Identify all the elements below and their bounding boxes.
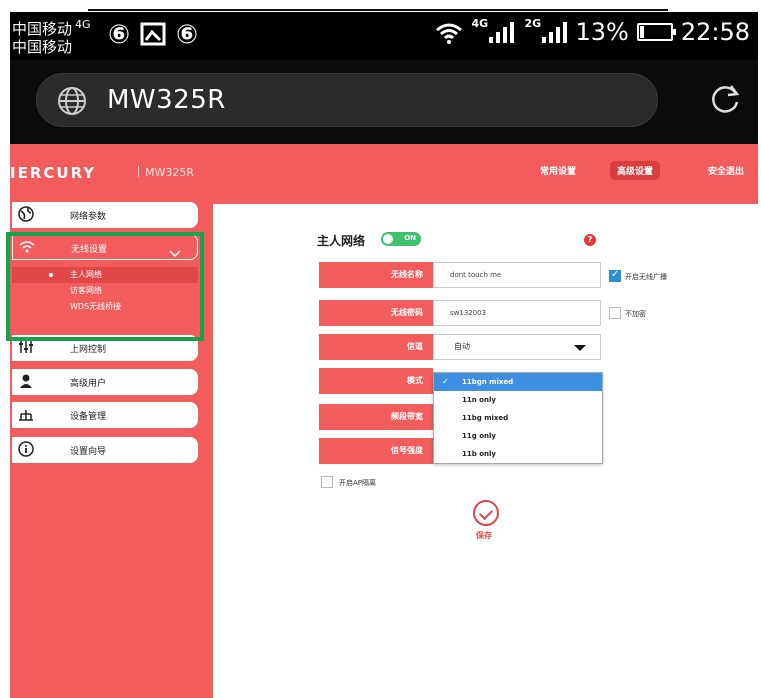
nav-common-settings[interactable]: 常用设置 (540, 164, 576, 177)
router-header: IERCURY MW325R 常用设置 高级设置 安全退出 (10, 144, 758, 204)
help-icon[interactable]: ? (584, 234, 596, 246)
bandwidth-label: 频段带宽 (319, 404, 433, 430)
sidebar-item-label: 上网控制 (70, 345, 107, 355)
carrier-1-tag: 4G (75, 18, 91, 31)
mode-option[interactable]: 11bg mixed (434, 409, 602, 427)
sidebar-item-device-mgmt[interactable]: 设备管理 (12, 402, 198, 428)
gallery-icon (140, 22, 166, 51)
signal-strength-label: 信号强度 (319, 438, 433, 464)
no-encrypt-checkbox[interactable] (609, 307, 621, 319)
reload-icon[interactable] (708, 82, 742, 120)
info-icon (18, 441, 34, 457)
brand-logo: IERCURY (10, 164, 97, 182)
globe-icon (18, 206, 34, 222)
status-bar: 中国移动 4G 中国移动 ⑥ ⑥ 4G 2G 13% 22:58 (10, 12, 758, 60)
page-title: 主人网络 (317, 234, 366, 248)
battery-percent: 13% (575, 18, 629, 46)
mode-dropdown[interactable]: 11bgn mixed 11n only 11bg mixed 11g only… (433, 372, 603, 464)
save-button[interactable] (473, 500, 499, 526)
mode-option[interactable]: 11b only (434, 445, 602, 463)
main-content: 主人网络 ON ? 无线名称 dont touch me 开启无线广播 无线密码… (213, 204, 758, 698)
sidebar-item-advanced-users[interactable]: 高级用户 (12, 369, 198, 395)
sidebar-item-label: 设备管理 (70, 412, 107, 422)
screenshot-frame: 中国移动 4G 中国移动 ⑥ ⑥ 4G 2G 13% 22:58 MW325R … (0, 0, 761, 698)
password-label: 无线密码 (319, 300, 433, 326)
device-icon (18, 406, 34, 422)
url-bar[interactable]: MW325R (36, 73, 658, 127)
status-right: 4G 2G 13% 22:58 (435, 17, 750, 46)
ssid-label: 无线名称 (319, 262, 433, 288)
router-model: MW325R (138, 166, 194, 179)
wifi-signal-icon (435, 21, 463, 44)
channel-value: 自动 (454, 342, 470, 351)
channel-select[interactable]: 自动 (433, 334, 601, 360)
battery-icon (636, 23, 676, 41)
toggle-knob (383, 234, 393, 244)
network-toggle[interactable]: ON (381, 232, 421, 246)
net-type-1: 4G (471, 17, 489, 30)
net-type-2: 2G (524, 17, 542, 30)
globe-icon (57, 86, 87, 120)
toggle-text: ON (404, 234, 416, 242)
channel-label: 信道 (319, 334, 433, 360)
caret-down-icon (574, 345, 586, 351)
ap-isolation-checkbox[interactable] (321, 476, 333, 488)
sidebar-item-setup-wizard[interactable]: 设置向导 (12, 437, 198, 463)
weibo-icon-2: ⑥ (176, 20, 199, 50)
save-label: 保存 (476, 531, 492, 540)
weibo-icon: ⑥ (108, 20, 131, 50)
mode-label: 模式 (319, 368, 433, 394)
sidebar-item-network[interactable]: 网络参数 (12, 202, 198, 228)
carrier-2: 中国移动 (12, 38, 73, 56)
signal-bars-2-icon: 2G (524, 17, 568, 43)
signal-bars-1-icon: 4G (471, 17, 515, 43)
no-encrypt-checkbox-label: 不加密 (625, 310, 646, 318)
mode-option[interactable]: 11n only (434, 391, 602, 409)
annotation-highlight-box (6, 232, 204, 341)
nav-logout[interactable]: 安全退出 (708, 164, 744, 177)
nav-advanced-settings[interactable]: 高级设置 (610, 161, 661, 180)
ssid-input[interactable]: dont touch me (433, 262, 601, 288)
sidebar-item-label: 设置向导 (70, 447, 107, 457)
browser-bar: MW325R (10, 60, 758, 144)
carrier-info: 中国移动 4G 中国移动 (12, 16, 91, 56)
url-text: MW325R (107, 85, 226, 115)
mode-option[interactable]: 11g only (434, 427, 602, 445)
notification-icons: ⑥ ⑥ (108, 22, 198, 51)
clock: 22:58 (680, 18, 750, 46)
broadcast-checkbox[interactable] (609, 269, 621, 282)
top-divider (88, 9, 668, 11)
broadcast-checkbox-label: 开启无线广播 (625, 273, 667, 281)
sidebar-item-label: 网络参数 (70, 212, 107, 222)
mode-option[interactable]: 11bgn mixed (434, 373, 602, 391)
carrier-1: 中国移动 (12, 20, 73, 38)
sidebar-item-label: 高级用户 (70, 379, 107, 389)
user-icon (18, 373, 34, 389)
password-input[interactable]: sw132003 (433, 300, 601, 326)
ap-isolation-label: 开启AP隔离 (339, 479, 377, 487)
sliders-icon (18, 339, 34, 355)
